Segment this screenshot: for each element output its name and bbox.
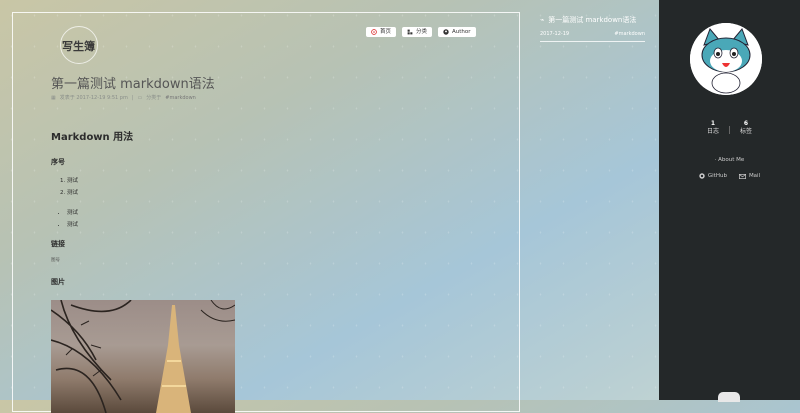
stat-posts[interactable]: 1 日志 — [707, 120, 719, 136]
about-bullet-icon: · — [714, 157, 717, 163]
category-icon — [407, 29, 413, 35]
calendar-icon: ▦ — [51, 94, 56, 101]
link-icon: ⌁ — [540, 16, 545, 24]
github-label: GitHub — [707, 173, 727, 179]
eiffel-tower-photo — [51, 300, 235, 413]
stat-tags-count: 6 — [743, 120, 749, 127]
nav-author-label: Author — [452, 29, 471, 35]
about-me-label: About Me — [718, 157, 745, 163]
toc-title-text: 第一篇测试 markdown语法 — [548, 16, 637, 24]
content-heading: Markdown 用法 — [51, 132, 134, 143]
link-heading: 链接 — [51, 240, 65, 248]
stat-divider — [729, 126, 730, 134]
github-icon — [699, 173, 705, 179]
toc-title[interactable]: ⌁ 第一篇测试 markdown语法 — [540, 15, 645, 25]
sidebar: 1 日志 6 标签 · About Me GitHub Mail — [659, 0, 800, 400]
top-nav: 首页 分类 Author — [366, 27, 476, 37]
stat-posts-label: 日志 — [706, 128, 719, 135]
nav-home-button[interactable]: 首页 — [366, 27, 397, 37]
user-icon — [443, 29, 449, 35]
cat-avatar-illustration — [690, 23, 762, 95]
mail-icon — [738, 173, 746, 179]
post-title[interactable]: 第一篇测试 markdown语法 — [51, 73, 215, 92]
list-item: 测试 — [67, 175, 491, 187]
stat-tags[interactable]: 6 标签 — [740, 120, 752, 136]
unordered-list: 测试 测试 — [51, 207, 491, 231]
list-heading: 序号 — [51, 158, 65, 166]
photo-illustration — [51, 300, 235, 413]
home-icon — [371, 29, 377, 35]
stat-tags-label: 标签 — [740, 128, 753, 135]
folder-icon: ▭ — [137, 94, 143, 101]
list-item: 测试 — [67, 187, 491, 199]
mail-label: Mail — [748, 173, 761, 179]
stats: 1 日志 6 标签 — [659, 120, 800, 136]
nav-category-button[interactable]: 分类 — [402, 27, 433, 37]
post-card: 写生簿 首页 分类 Author 第一篇测试 markdown语法 ▦ 发表于 … — [12, 12, 520, 413]
post-category-prefix: 分类于 — [146, 95, 162, 101]
ordered-list: 测试 测试 — [51, 175, 491, 199]
site-logo[interactable]: 写生簿 — [60, 26, 98, 64]
avatar[interactable] — [690, 23, 762, 95]
post-meta: ▦ 发表于 2017-12-19 9:51 pm | ▭ 分类于 #markdo… — [51, 94, 196, 102]
toc-meta: 2017-12-19 #markdown — [540, 31, 645, 42]
post-category-link[interactable]: #markdown — [165, 95, 196, 101]
image-heading: 图片 — [51, 278, 65, 286]
nav-category-label: 分类 — [416, 29, 428, 35]
social-links: GitHub Mail — [659, 173, 800, 179]
stat-posts-count: 1 — [710, 120, 716, 127]
list-item: 测试 — [67, 207, 491, 219]
github-link[interactable]: GitHub — [699, 173, 727, 179]
toc-tag[interactable]: #markdown — [614, 31, 645, 37]
nav-home-label: 首页 — [380, 29, 392, 35]
toc-panel: ⌁ 第一篇测试 markdown语法 2017-12-19 #markdown — [540, 15, 645, 42]
about-me-link[interactable]: · About Me — [659, 157, 800, 163]
content-link[interactable]: 图号 — [51, 257, 491, 263]
nav-author-button[interactable]: Author — [438, 27, 476, 37]
toc-date: 2017-12-19 — [540, 31, 570, 37]
logo-text: 写生簿 — [62, 40, 95, 53]
mail-link[interactable]: Mail — [738, 173, 761, 179]
meta-separator: | — [131, 94, 134, 101]
post-date: 发表于 2017-12-19 9:51 pm — [59, 95, 128, 101]
theme-toggle-button[interactable] — [718, 392, 740, 402]
post-content: Markdown 用法 序号 测试 测试 测试 测试 链接 图号 图片 — [51, 128, 491, 295]
list-item: 测试 — [67, 219, 491, 231]
